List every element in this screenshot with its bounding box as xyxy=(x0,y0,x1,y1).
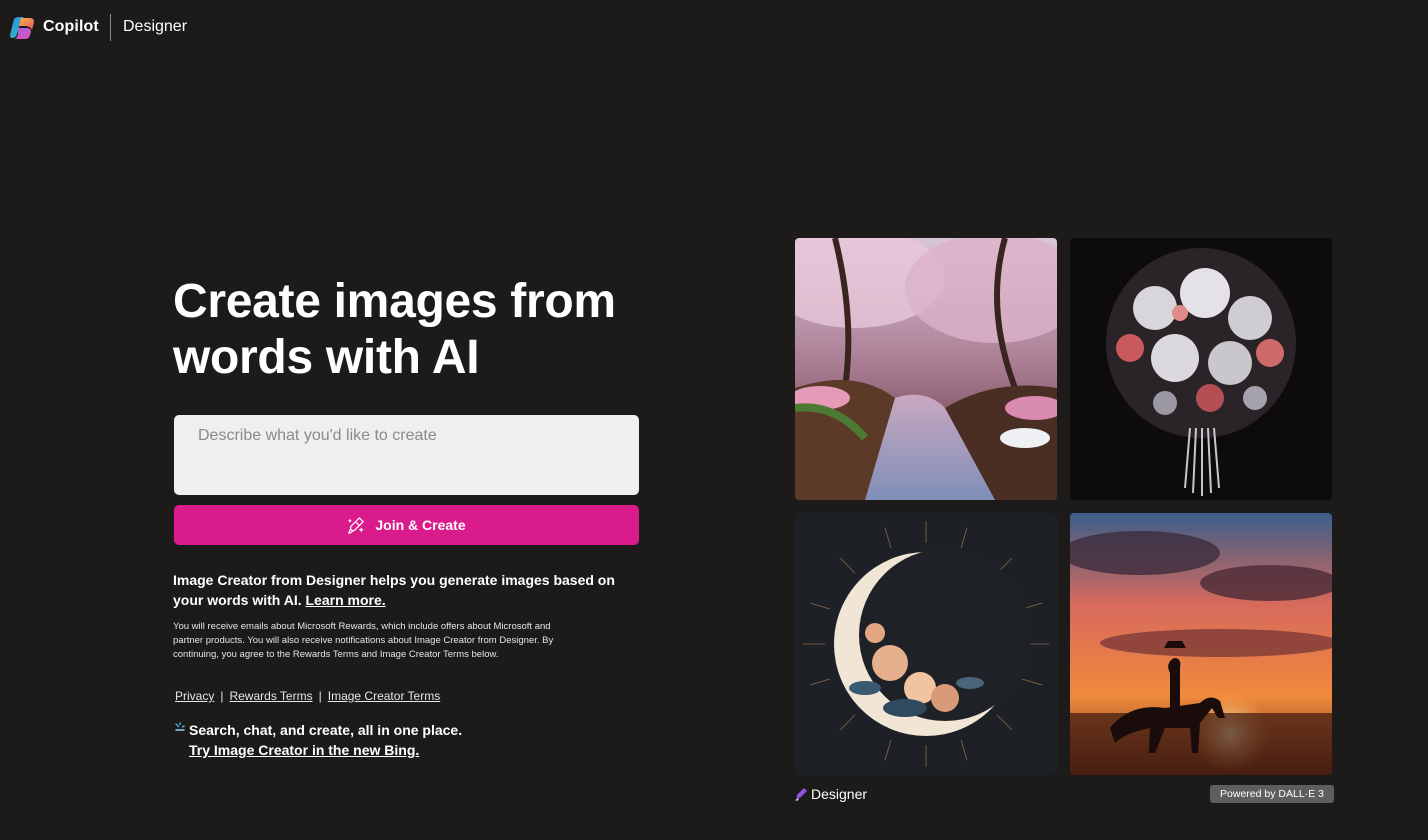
designer-logo-icon xyxy=(795,787,807,801)
floral-moon-image xyxy=(795,513,1057,775)
promo-text: Search, chat, and create, all in one pla… xyxy=(189,722,463,738)
legal-links: Privacy | Rewards Terms | Image Creator … xyxy=(175,689,440,703)
page-title: Create images from words with AI xyxy=(173,274,673,386)
copilot-brand-link[interactable]: Copilot xyxy=(43,18,99,36)
magic-brush-icon xyxy=(348,516,365,534)
copilot-logo-icon[interactable] xyxy=(10,16,35,40)
privacy-link[interactable]: Privacy xyxy=(175,689,214,703)
title-line-1: Create images from xyxy=(173,275,616,328)
learn-more-link[interactable]: Learn more. xyxy=(306,592,386,608)
try-in-bing-link[interactable]: Try Image Creator in the new Bing. xyxy=(189,740,419,760)
cowboy-sunset-image xyxy=(1070,513,1332,775)
rewards-terms-link[interactable]: Rewards Terms xyxy=(229,689,312,703)
rewards-disclaimer: You will receive emails about Microsoft … xyxy=(173,621,554,660)
top-header: Copilot Designer xyxy=(0,0,1428,56)
cherry-blossom-image xyxy=(795,238,1057,500)
join-and-create-label: Join & Create xyxy=(375,517,466,533)
title-line-2: words with AI xyxy=(173,331,480,384)
sample-image-cherry-blossom-river[interactable] xyxy=(795,238,1057,500)
prompt-input[interactable] xyxy=(174,415,639,495)
join-and-create-button[interactable]: Join & Create xyxy=(174,505,639,545)
sample-image-cowboy-sunset[interactable] xyxy=(1070,513,1332,775)
image-creator-terms-link[interactable]: Image Creator Terms xyxy=(328,689,440,703)
dalle-badge: Powered by DALL·E 3 xyxy=(1210,785,1334,803)
description-text: Image Creator from Designer helps you ge… xyxy=(173,572,615,608)
link-separator: | xyxy=(220,689,224,703)
flower-bouquet-image xyxy=(1070,238,1332,500)
designer-footer-brand: Designer xyxy=(795,786,867,802)
product-description: Image Creator from Designer helps you ge… xyxy=(173,570,643,610)
sample-image-flower-bouquet[interactable] xyxy=(1070,238,1332,500)
link-separator: | xyxy=(318,689,322,703)
designer-brand-label: Designer xyxy=(123,18,188,35)
spark-icon xyxy=(175,722,185,731)
sample-image-floral-moon[interactable] xyxy=(795,513,1057,775)
brand-divider xyxy=(110,14,111,41)
designer-footer-label: Designer xyxy=(811,786,868,802)
